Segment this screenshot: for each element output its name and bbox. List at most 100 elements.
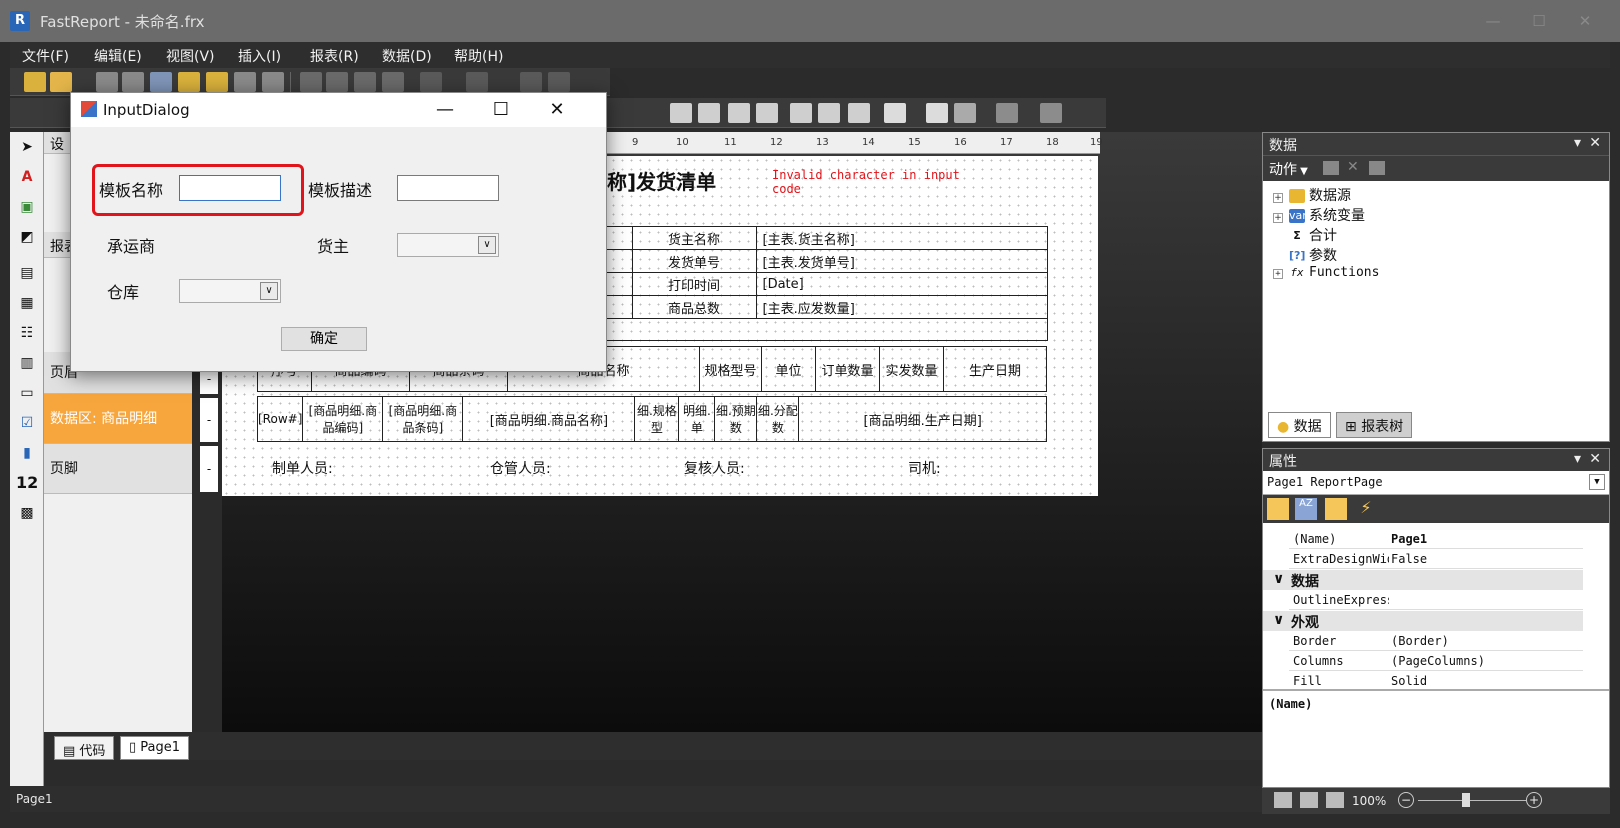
menu-view[interactable]: 视图(V)	[166, 46, 215, 66]
delete-icon[interactable]: ✕	[1347, 159, 1359, 175]
chevron-down-icon[interactable]: ∨	[1273, 612, 1284, 628]
line-color-icon[interactable]	[954, 103, 976, 123]
align-left-icon[interactable]	[670, 103, 692, 123]
data-cell[interactable]: 细.规格型	[634, 396, 680, 442]
open-icon[interactable]	[50, 72, 72, 92]
matrix-object-icon[interactable]: ☷	[16, 322, 38, 344]
info-value[interactable]: [Date]	[755, 272, 1048, 296]
zoom-slider-thumb[interactable]	[1462, 793, 1470, 807]
new-dialog-icon[interactable]	[206, 72, 228, 92]
band-data[interactable]: 数据区: 商品明细	[44, 394, 192, 444]
minimize-button[interactable]: —	[1478, 10, 1508, 32]
page-setup-icon[interactable]	[234, 72, 256, 92]
action-menu[interactable]: 动作	[1269, 162, 1297, 178]
menu-insert[interactable]: 插入(I)	[238, 46, 281, 66]
col-header[interactable]: 单位	[761, 346, 816, 392]
menu-data[interactable]: 数据(D)	[382, 46, 432, 66]
properties-icon[interactable]	[1325, 498, 1347, 520]
fill-color-icon[interactable]	[884, 103, 906, 123]
border-all-icon[interactable]	[848, 103, 870, 123]
band-collapse-toggle[interactable]: -	[200, 446, 218, 492]
tree-item-params[interactable]: [?] 参数	[1289, 245, 1337, 265]
data-cell[interactable]: [商品明细.商品条码]	[382, 396, 464, 442]
footer-field[interactable]: 仓管人员:	[490, 458, 551, 478]
dialog-minimize-button[interactable]: —	[425, 97, 465, 123]
richtext-icon[interactable]: ▭	[16, 382, 38, 404]
line-object-icon[interactable]: ◩	[16, 226, 38, 248]
band-collapse-toggle[interactable]: -	[200, 372, 218, 394]
view-mode-icon[interactable]	[1274, 792, 1292, 808]
line-width-icon[interactable]	[996, 103, 1018, 123]
tab-report-tree[interactable]: ⊞ 报表树	[1336, 412, 1413, 438]
col-header[interactable]: 实发数量	[879, 346, 944, 392]
pin-icon[interactable]: ▾	[1574, 451, 1581, 467]
menu-edit[interactable]: 编辑(E)	[94, 46, 142, 66]
zoom-in-icon[interactable]: +	[1526, 792, 1542, 808]
tab-data[interactable]: ● 数据	[1268, 412, 1331, 438]
cut-icon[interactable]	[300, 72, 322, 92]
info-value[interactable]: [主表.应发数量]	[755, 295, 1048, 319]
band-collapse-toggle[interactable]: -	[200, 398, 218, 442]
info-label[interactable]: 发货单号	[631, 249, 757, 273]
frame-icon[interactable]	[926, 103, 948, 123]
info-value[interactable]: [主表.货主名称]	[755, 226, 1048, 250]
prop-value[interactable]: (Border)	[1391, 634, 1449, 648]
info-label[interactable]: 打印时间	[631, 272, 757, 296]
owner-combobox[interactable]: ∨	[397, 233, 499, 257]
zoom-out-icon[interactable]: −	[1398, 792, 1414, 808]
zoom-slider-track[interactable]	[1418, 800, 1526, 801]
prop-value[interactable]: False	[1391, 552, 1427, 566]
tab-page1[interactable]: ▯ Page1	[120, 736, 190, 760]
prop-row-outline[interactable]: OutlineExpression	[1289, 590, 1583, 610]
prop-value[interactable]: (PageColumns)	[1391, 654, 1485, 668]
chevron-down-icon[interactable]: ∨	[478, 236, 496, 254]
info-label[interactable]: 货主名称	[631, 226, 757, 250]
close-button[interactable]: ✕	[1570, 10, 1600, 32]
warehouse-combobox[interactable]: ∨	[179, 279, 281, 303]
text-object-icon[interactable]: A	[16, 166, 38, 188]
template-desc-input[interactable]	[397, 175, 499, 201]
col-header[interactable]: 订单数量	[815, 346, 880, 392]
data-cell[interactable]: [商品明细.生产日期]	[798, 396, 1047, 442]
border-bottom-icon[interactable]	[818, 103, 840, 123]
chevron-down-icon[interactable]: ∨	[1273, 571, 1284, 587]
justify-icon[interactable]	[756, 103, 778, 123]
tree-item-functions[interactable]: + fx Functions	[1273, 265, 1379, 280]
dialog-close-button[interactable]: ✕	[537, 97, 577, 123]
category-appearance[interactable]: ∨ 外观	[1263, 611, 1583, 631]
line-style-icon[interactable]	[1040, 103, 1062, 123]
preview-icon[interactable]	[150, 72, 172, 92]
data-cell[interactable]: [商品明细.商品名称]	[462, 396, 636, 442]
undo-icon[interactable]	[420, 72, 442, 92]
chevron-down-icon[interactable]: ▼	[1297, 166, 1308, 177]
format-painter-icon[interactable]	[382, 72, 404, 92]
edit-icon[interactable]	[1323, 161, 1339, 175]
pointer-icon[interactable]: ➤	[16, 136, 38, 158]
error-text[interactable]: Invalid character in input code	[772, 168, 982, 196]
prop-row-border[interactable]: Border (Border)	[1289, 631, 1583, 651]
data-cell[interactable]: 细.分配数	[756, 396, 800, 442]
prop-row-fill[interactable]: Fill Solid	[1289, 671, 1583, 691]
zip-code-icon[interactable]: ▩	[16, 502, 38, 524]
checkbox-object-icon[interactable]: ☑	[16, 412, 38, 434]
col-header[interactable]: 生产日期	[943, 346, 1047, 392]
prop-value[interactable]: Page1	[1391, 532, 1427, 546]
ok-button[interactable]: 确定	[281, 327, 367, 351]
category-data[interactable]: ∨ 数据	[1263, 570, 1583, 590]
copy-icon[interactable]	[326, 72, 348, 92]
tab-code[interactable]: ▤ 代码	[54, 736, 115, 760]
subreport-icon[interactable]: ▤	[16, 262, 38, 284]
alphabetical-icon[interactable]: AZ	[1295, 498, 1317, 520]
info-value[interactable]: [主表.发货单号]	[755, 249, 1048, 273]
prop-row-columns[interactable]: Columns (PageColumns)	[1289, 651, 1583, 671]
data-cell[interactable]: 细.预期数	[714, 396, 758, 442]
pin-icon[interactable]: ▾	[1574, 135, 1581, 151]
tree-item-sysvars[interactable]: + var 系统变量	[1273, 205, 1365, 225]
categorized-icon[interactable]	[1267, 498, 1289, 520]
align-right-icon[interactable]	[728, 103, 750, 123]
new-report-icon[interactable]	[24, 72, 46, 92]
expand-icon[interactable]: +	[1273, 193, 1283, 203]
dialog-maximize-button[interactable]: ☐	[481, 97, 521, 123]
events-icon[interactable]: ⚡	[1355, 498, 1377, 520]
tree-item-datasource[interactable]: + 数据源	[1273, 185, 1351, 205]
